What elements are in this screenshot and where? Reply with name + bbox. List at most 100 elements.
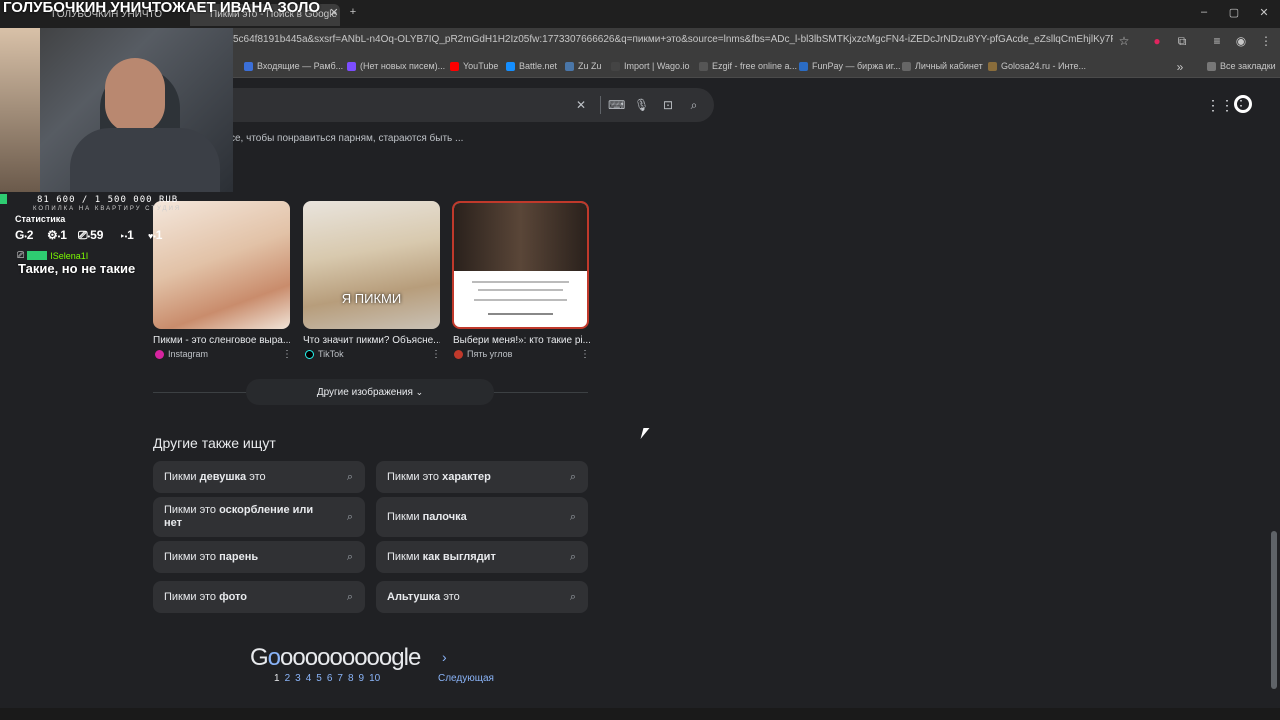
related-search-chip[interactable]: Пикми палочка ⌕ — [376, 497, 588, 537]
image-title-2[interactable]: Что значит пикми? Объясне... — [303, 335, 440, 346]
bookmark-item[interactable]: Golosa24.ru - Инте... — [988, 61, 1086, 71]
profile-icon[interactable]: ◉ — [1234, 34, 1248, 48]
image-thumbnail-3[interactable] — [452, 201, 589, 329]
stat-twitch: ⎚•59 — [78, 228, 103, 243]
search-icon[interactable]: ⌕ — [687, 98, 701, 112]
pagination: 1 2 3 4 5 6 7 8 9 10 — [274, 673, 380, 684]
menu-icon[interactable]: ⋮ — [1259, 34, 1273, 48]
goal-text: 81 600 / 1 500 000 RUB — [37, 195, 179, 205]
stat-google: G•2 — [15, 228, 33, 242]
related-search-label: Пикми палочка — [387, 511, 467, 524]
star-icon[interactable]: ☆ — [1117, 34, 1131, 48]
search-icon: ⌕ — [569, 471, 576, 483]
image-text-line — [488, 313, 553, 315]
new-tab-icon[interactable]: + — [345, 6, 361, 22]
related-search-chip[interactable]: Пикми это парень ⌕ — [153, 541, 365, 573]
page-number-link[interactable]: 4 — [306, 673, 312, 684]
next-page-link[interactable]: Следующая — [438, 673, 494, 684]
page-number-link[interactable]: 6 — [327, 673, 333, 684]
bookmark-item[interactable]: Battle.net — [506, 61, 557, 71]
bookmark-item[interactable]: (Нет новых писем)... — [347, 61, 445, 71]
image-source-3[interactable]: Пять углов — [454, 349, 512, 359]
media-icon[interactable]: ≡ — [1210, 34, 1224, 48]
gear-icon: ⚙ — [47, 228, 58, 242]
minimize-icon[interactable]: – — [1196, 6, 1212, 22]
scrollbar[interactable] — [1271, 531, 1277, 689]
search-icon: ⌕ — [346, 551, 353, 563]
puzzle-icon[interactable]: ⧉ — [1175, 34, 1189, 48]
google-icon: G — [15, 228, 25, 242]
page-number-link[interactable]: 5 — [316, 673, 322, 684]
image-source-2[interactable]: TikTok — [305, 349, 344, 359]
page-number-link[interactable]: 8 — [348, 673, 354, 684]
logo-letter: o — [354, 644, 367, 671]
lens-icon[interactable]: ⊡ — [661, 98, 675, 112]
bookmark-item[interactable]: Import | Wago.io — [611, 61, 690, 71]
chevron-down-icon: ⌄ — [415, 387, 424, 397]
chevron-right-icon[interactable]: » — [1173, 60, 1187, 74]
related-search-label: Пикми это оскорбление или нет — [164, 504, 331, 530]
related-search-chip[interactable]: Пикми как выглядит ⌕ — [376, 541, 588, 573]
image-text-line — [472, 281, 569, 283]
related-search-text: Пикми это — [164, 504, 220, 516]
page-number-link[interactable]: 1 — [274, 673, 280, 684]
keyboard-icon[interactable]: ⌨ — [608, 98, 625, 112]
stat-value: 59 — [90, 228, 104, 242]
related-search-chip[interactable]: Пикми это оскорбление или нет ⌕ — [153, 497, 365, 537]
extension-icon[interactable]: ● — [1150, 34, 1164, 48]
image-source-1[interactable]: Instagram — [155, 349, 208, 359]
more-options-icon[interactable]: ⋮ — [282, 349, 292, 360]
twitch-icon: ⎚ — [78, 228, 88, 242]
window-close-icon[interactable]: ✕ — [1256, 6, 1272, 22]
bookmark-item[interactable]: FunPay — биржа иг... — [799, 61, 900, 71]
url-field[interactable]: 5c64f8191b445a&sxsrf=ANbL-n4Oq-OLYB7IQ_p… — [233, 34, 1113, 45]
image-thumbnail-2[interactable]: Я ПИКМИ — [303, 201, 440, 329]
related-search-text: это — [246, 470, 266, 483]
close-tab-icon[interactable]: ✕ — [326, 6, 342, 22]
more-options-icon[interactable]: ⋮ — [431, 349, 441, 360]
more-images-button[interactable]: Другие изображения ⌄ — [246, 379, 494, 405]
page-number-link[interactable]: 2 — [285, 673, 291, 684]
related-search-label: Альтушка это — [387, 591, 460, 604]
logo-letter: e — [407, 644, 421, 671]
image-text-line — [478, 289, 563, 291]
more-options-icon[interactable]: ⋮ — [580, 349, 590, 360]
bookmark-label: Golosa24.ru - Инте... — [1001, 61, 1086, 71]
page-number-link[interactable]: 10 — [369, 673, 380, 684]
stat-arrow: ‣•1 — [120, 228, 134, 242]
maximize-icon[interactable]: ▢ — [1226, 6, 1242, 22]
related-search-text: Пикми — [387, 550, 423, 563]
bookmark-item[interactable]: Ezgif - free online a... — [699, 61, 797, 71]
image-thumbnail-1[interactable] — [153, 201, 290, 329]
logo-letter: o — [378, 644, 392, 671]
related-search-label: Пикми как выглядит — [387, 551, 496, 564]
related-search-chip[interactable]: Альтушка это ⌕ — [376, 581, 588, 613]
streamer-face — [105, 58, 165, 133]
image-title-1[interactable]: Пикми - это сленговое выра... — [153, 335, 290, 346]
page-number-link[interactable]: 3 — [295, 673, 301, 684]
related-search-chip[interactable]: Пикми девушка это ⌕ — [153, 461, 365, 493]
bookmark-label: Личный кабинет — [915, 61, 983, 71]
bookmark-item[interactable]: Zu Zu — [565, 61, 602, 71]
bookmark-item[interactable]: Входящие — Рамб... — [244, 61, 343, 71]
related-search-chip[interactable]: Пикми это фото ⌕ — [153, 581, 365, 613]
bookmark-item[interactable]: Личный кабинет — [902, 61, 983, 71]
page-number-link[interactable]: 7 — [337, 673, 343, 684]
logo-letter: o — [317, 644, 330, 671]
related-search-bold: фото — [219, 590, 247, 603]
clear-icon[interactable]: ✕ — [574, 98, 588, 112]
logo-letter: o — [366, 644, 380, 671]
chat-username-label: ISelena1I — [50, 250, 89, 261]
page-number-link[interactable]: 9 — [359, 673, 365, 684]
all-bookmarks[interactable]: Все закладки — [1207, 61, 1276, 71]
goal-subtitle: КОПИЛКА НА КВАРТИРУ СТУДИЯ — [33, 206, 182, 212]
bookmark-item[interactable]: YouTube — [450, 61, 498, 71]
logo-letter: o — [280, 644, 293, 671]
image-title-3[interactable]: Выбери меня!»: кто такие pi... — [453, 335, 590, 346]
bookmark-label: (Нет новых писем)... — [360, 61, 446, 71]
mic-icon[interactable]: 🎙 — [634, 98, 649, 112]
related-search-chip[interactable]: Пикми это характер ⌕ — [376, 461, 588, 493]
avatar[interactable] — [1234, 95, 1252, 113]
chevron-right-icon[interactable]: › — [442, 649, 447, 665]
bookmark-label: Входящие — Рамб... — [257, 61, 344, 71]
